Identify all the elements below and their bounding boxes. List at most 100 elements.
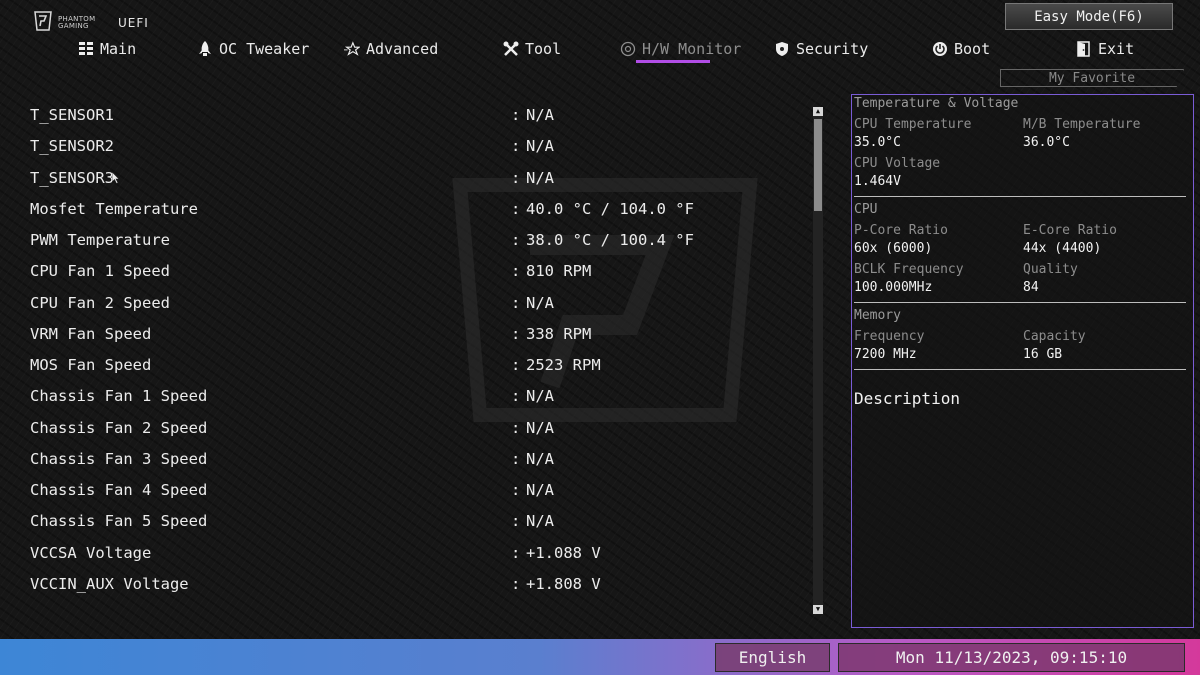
my-favorite-button[interactable]: My Favorite: [1000, 69, 1184, 87]
scroll-down-arrow-icon[interactable]: ▼: [813, 605, 823, 614]
brand-logo: PHANTOM GAMING UEFI: [32, 10, 152, 36]
item-label: T_SENSOR3: [30, 168, 114, 187]
section-title-cpu: CPU: [854, 202, 878, 217]
active-tab-indicator: [636, 60, 710, 63]
item-value: +1.088 V: [526, 543, 601, 562]
separator: :: [511, 199, 521, 218]
bclk-frequency-value: 100.000MHz: [854, 280, 933, 295]
list-item[interactable]: VCCIN_AUX Voltage: +1.808 V: [30, 569, 790, 600]
nav-tab-boot[interactable]: Boot: [932, 36, 990, 62]
nav-tab-label: H/W Monitor: [642, 40, 742, 58]
list-item[interactable]: T_SENSOR3: N/A: [30, 163, 790, 194]
list-item[interactable]: Chassis Fan 2 Speed: N/A: [30, 413, 790, 444]
divider: [854, 369, 1186, 370]
item-label: MOS Fan Speed: [30, 356, 152, 374]
nav-tab-label: Main: [100, 40, 137, 58]
separator: :: [511, 356, 521, 374]
cpu-voltage-value: 1.464V: [854, 174, 901, 189]
nav-tab-label: Security: [796, 40, 869, 58]
item-label: T_SENSOR1: [30, 106, 114, 124]
brand-subtitle: PHANTOM GAMING: [58, 15, 96, 30]
item-value: N/A: [526, 387, 554, 406]
section-title-temp-voltage: Temperature & Voltage: [854, 96, 1019, 111]
item-value: N/A: [526, 106, 554, 124]
nav-tab-security[interactable]: Security: [774, 36, 868, 62]
scroll-up-arrow-icon[interactable]: ▲: [813, 107, 823, 116]
nav-tab-label: Exit: [1098, 40, 1135, 58]
item-value: +1.808 V: [526, 574, 601, 593]
list-item[interactable]: T_SENSOR1: N/A: [30, 100, 790, 131]
list-item[interactable]: Chassis Fan 3 Speed: N/A: [30, 444, 790, 475]
phantom-gaming-logo-icon: [34, 11, 52, 31]
list-item[interactable]: VRM Fan Speed:338 RPM: [30, 319, 790, 350]
cpu-voltage-label: CPU Voltage: [854, 156, 941, 171]
separator: :: [511, 137, 521, 156]
system-info-panel: Temperature & Voltage CPU Temperature 35…: [851, 94, 1194, 628]
nav-tab-main[interactable]: Main: [78, 36, 136, 62]
separator: :: [511, 293, 521, 312]
cpu-temperature-value: 35.0°C: [854, 135, 901, 150]
item-label: VCCIN_AUX Voltage: [30, 574, 189, 593]
main-nav: Main OC Tweaker Advanced Tool H/W Monito…: [0, 36, 1200, 68]
nav-tab-tool[interactable]: Tool: [503, 36, 561, 62]
description-title: Description: [854, 389, 960, 408]
list-item[interactable]: T_SENSOR2: N/A: [30, 131, 790, 162]
rocket-icon: [197, 41, 213, 57]
nav-tab-label: Tool: [525, 40, 562, 58]
shield-icon: [774, 41, 790, 57]
list-item[interactable]: VCCSA Voltage: +1.088 V: [30, 538, 790, 569]
mb-temperature-value: 36.0°C: [1023, 135, 1070, 150]
p-core-ratio-label: P-Core Ratio: [854, 223, 948, 238]
item-label: Chassis Fan 3 Speed: [30, 449, 208, 468]
list-item[interactable]: MOS Fan Speed:2523 RPM: [30, 350, 790, 381]
list-item[interactable]: Chassis Fan 5 Speed: N/A: [30, 506, 790, 537]
mb-temperature-label: M/B Temperature: [1023, 117, 1141, 132]
list-item[interactable]: CPU Fan 1 Speed:810 RPM: [30, 256, 790, 287]
scroll-thumb[interactable]: [814, 119, 822, 211]
nav-tab-hw-monitor[interactable]: H/W Monitor: [620, 36, 741, 62]
item-label: Mosfet Temperature: [30, 199, 198, 218]
item-label: Chassis Fan 5 Speed: [30, 512, 208, 531]
item-value: 2523 RPM: [526, 356, 601, 374]
item-value: 40.0 °C / 104.0 °F: [526, 199, 694, 218]
divider: [854, 196, 1186, 197]
item-value: 38.0 °C / 100.4 °F: [526, 231, 694, 249]
item-value: N/A: [526, 481, 554, 499]
item-value: N/A: [526, 293, 554, 312]
separator: :: [511, 168, 521, 187]
item-label: Chassis Fan 4 Speed: [30, 481, 208, 499]
item-label: Chassis Fan 1 Speed: [30, 387, 208, 406]
power-icon: [932, 41, 948, 57]
nav-tab-oc-tweaker[interactable]: OC Tweaker: [197, 36, 309, 62]
item-value: N/A: [526, 512, 554, 531]
list-item[interactable]: Chassis Fan 4 Speed: N/A: [30, 475, 790, 506]
list-item[interactable]: Chassis Fan 1 Speed: N/A: [30, 381, 790, 412]
hw-monitor-list: T_SENSOR1: N/A T_SENSOR2: N/A T_SENSOR3: N/…: [30, 100, 790, 600]
list-item[interactable]: Mosfet Temperature:40.0 °C / 104.0 °F: [30, 194, 790, 225]
nav-tab-label: Advanced: [366, 40, 439, 58]
separator: :: [511, 574, 521, 593]
item-label: Chassis Fan 2 Speed: [30, 418, 208, 437]
separator: :: [511, 449, 521, 468]
datetime-display[interactable]: Mon 11/13/2023, 09:15:10: [838, 643, 1185, 672]
section-title-memory: Memory: [854, 308, 901, 323]
language-button[interactable]: English: [715, 643, 830, 672]
memory-capacity-value: 16 GB: [1023, 347, 1063, 362]
memory-frequency-value: 7200 MHz: [854, 347, 917, 362]
e-core-ratio-label: E-Core Ratio: [1023, 223, 1117, 238]
mouse-cursor-icon: [112, 172, 120, 184]
divider: [854, 302, 1186, 303]
item-label: VCCSA Voltage: [30, 543, 152, 562]
nav-tab-exit[interactable]: Exit: [1076, 36, 1134, 62]
separator: :: [511, 324, 521, 343]
separator: :: [511, 481, 521, 499]
list-scrollbar[interactable]: ▲ ▼: [813, 107, 823, 614]
separator: :: [511, 418, 521, 437]
list-item[interactable]: CPU Fan 2 Speed: N/A: [30, 288, 790, 319]
nav-tab-advanced[interactable]: Advanced: [344, 36, 438, 62]
item-label: PWM Temperature: [30, 231, 170, 249]
list-item[interactable]: PWM Temperature:38.0 °C / 100.4 °F: [30, 225, 790, 256]
item-value: 338 RPM: [526, 324, 592, 343]
easy-mode-button[interactable]: Easy Mode(F6): [1005, 3, 1173, 30]
item-label: CPU Fan 2 Speed: [30, 293, 170, 312]
